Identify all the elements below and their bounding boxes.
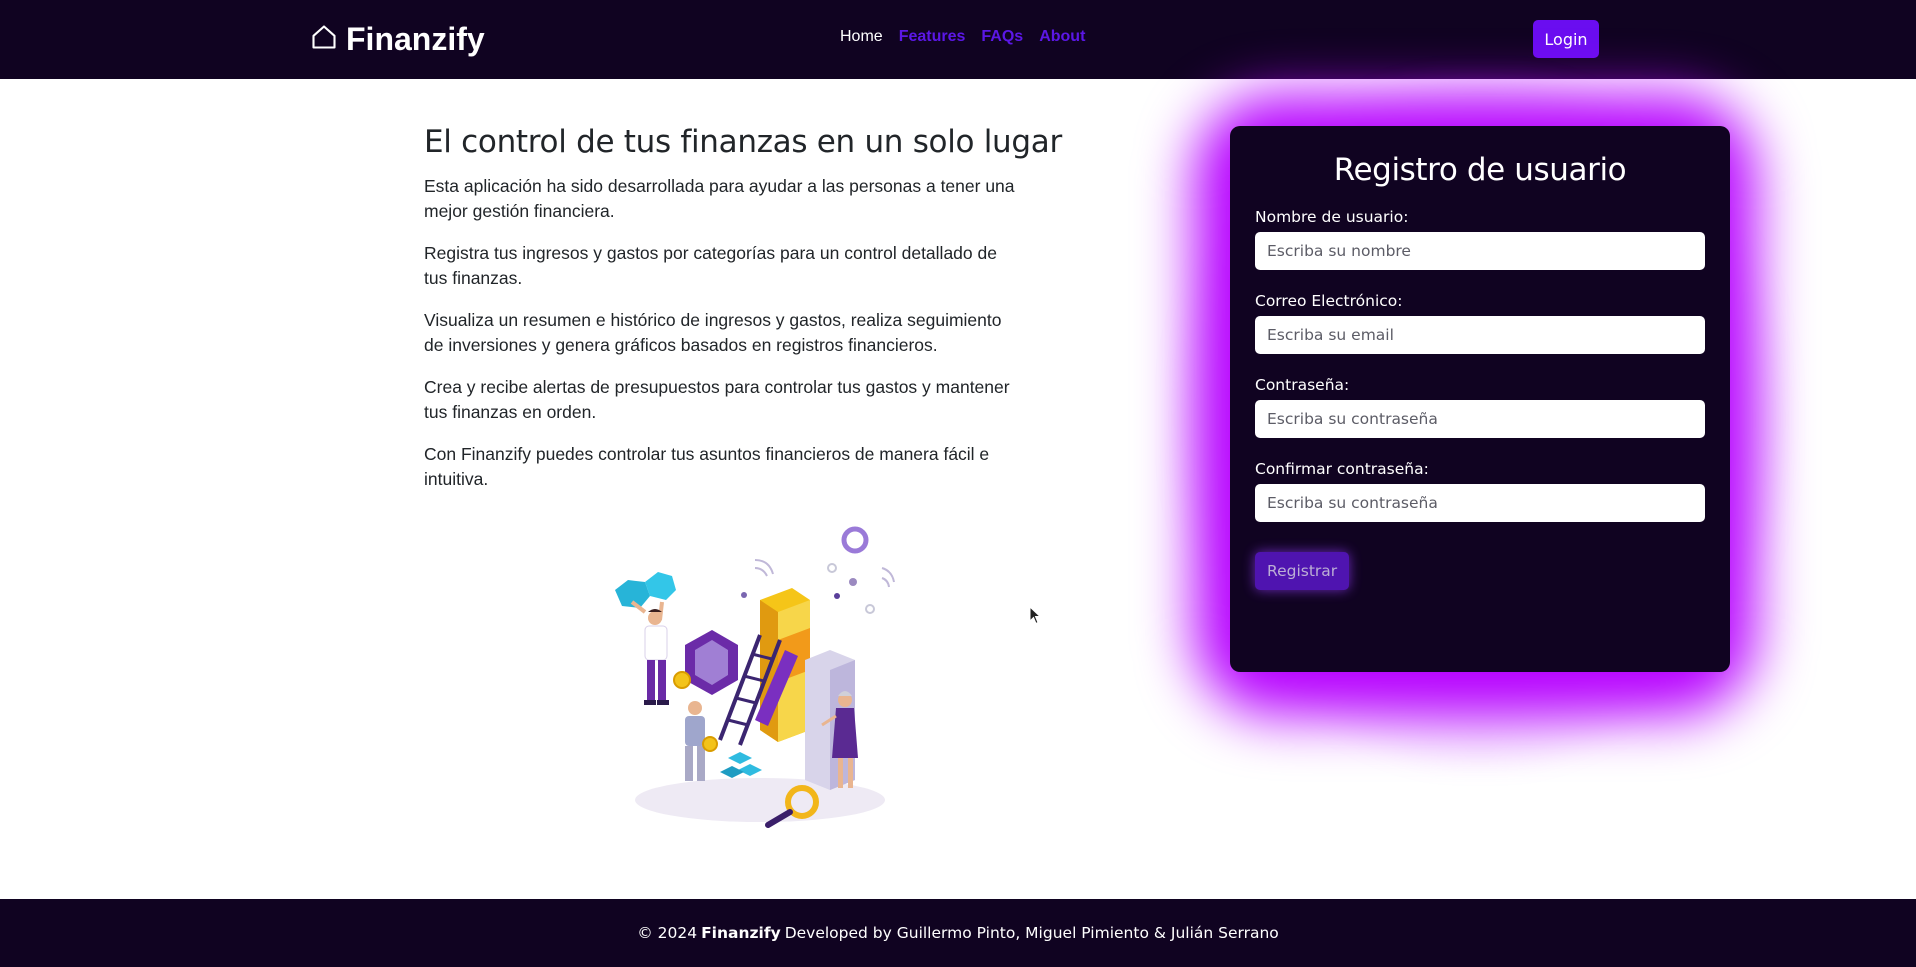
email-input[interactable] xyxy=(1255,316,1705,354)
confirm-password-label: Confirmar contraseña: xyxy=(1255,460,1429,478)
password-input[interactable] xyxy=(1255,400,1705,438)
nav-links: Home Features FAQs About xyxy=(840,28,1085,46)
username-field-group: Nombre de usuario: xyxy=(1255,208,1705,270)
confirm-password-field-group: Confirmar contraseña: xyxy=(1255,460,1705,522)
password-label: Contraseña: xyxy=(1255,376,1350,394)
hero-section: El control de tus finanzas en un solo lu… xyxy=(424,124,1062,509)
hero-paragraph: Visualiza un resumen e histórico de ingr… xyxy=(424,310,1002,355)
nav-link-faqs[interactable]: FAQs xyxy=(981,28,1023,46)
hero-paragraph: Registra tus ingresos y gastos por categ… xyxy=(424,243,997,288)
nav-link-features[interactable]: Features xyxy=(899,28,966,46)
password-field-group: Contraseña: xyxy=(1255,376,1705,438)
hero-paragraph: Crea y recibe alertas de presupuestos pa… xyxy=(424,377,1010,422)
registration-title: Registro de usuario xyxy=(1333,152,1627,188)
footer: © 2024 Finanzify Developed by Guillermo … xyxy=(0,899,1916,967)
navbar: Finanzify Home Features FAQs About Login xyxy=(0,0,1916,79)
brand-name: Finanzify xyxy=(346,20,485,57)
register-button[interactable]: Registrar xyxy=(1255,552,1350,590)
brand-link[interactable]: Finanzify xyxy=(310,20,485,58)
hero-paragraph: Con Finanzify puedes controlar tus asunt… xyxy=(424,444,990,489)
login-button[interactable]: Login xyxy=(1533,20,1599,58)
username-input[interactable] xyxy=(1255,232,1705,270)
hero-title: El control de tus finanzas en un solo lu… xyxy=(424,124,1062,160)
house-icon xyxy=(310,23,338,55)
mouse-cursor-icon xyxy=(1029,605,1042,626)
hero-paragraph: Esta aplicación ha sido desarrollada par… xyxy=(424,176,1015,221)
email-label: Correo Electrónico: xyxy=(1255,292,1403,310)
nav-link-home[interactable]: Home xyxy=(840,28,883,46)
nav-link-about[interactable]: About xyxy=(1039,28,1085,46)
registration-card: Registro de usuario Nombre de usuario: C… xyxy=(1230,126,1730,672)
username-label: Nombre de usuario: xyxy=(1255,208,1409,226)
footer-brand: Finanzify xyxy=(701,924,781,942)
confirm-password-input[interactable] xyxy=(1255,484,1705,522)
footer-credits: Developed by Guillermo Pinto, Miguel Pim… xyxy=(784,924,1279,942)
finance-team-illustration xyxy=(610,520,910,840)
footer-copyright: © 2024 xyxy=(637,924,698,942)
email-field-group: Correo Electrónico: xyxy=(1255,292,1705,354)
